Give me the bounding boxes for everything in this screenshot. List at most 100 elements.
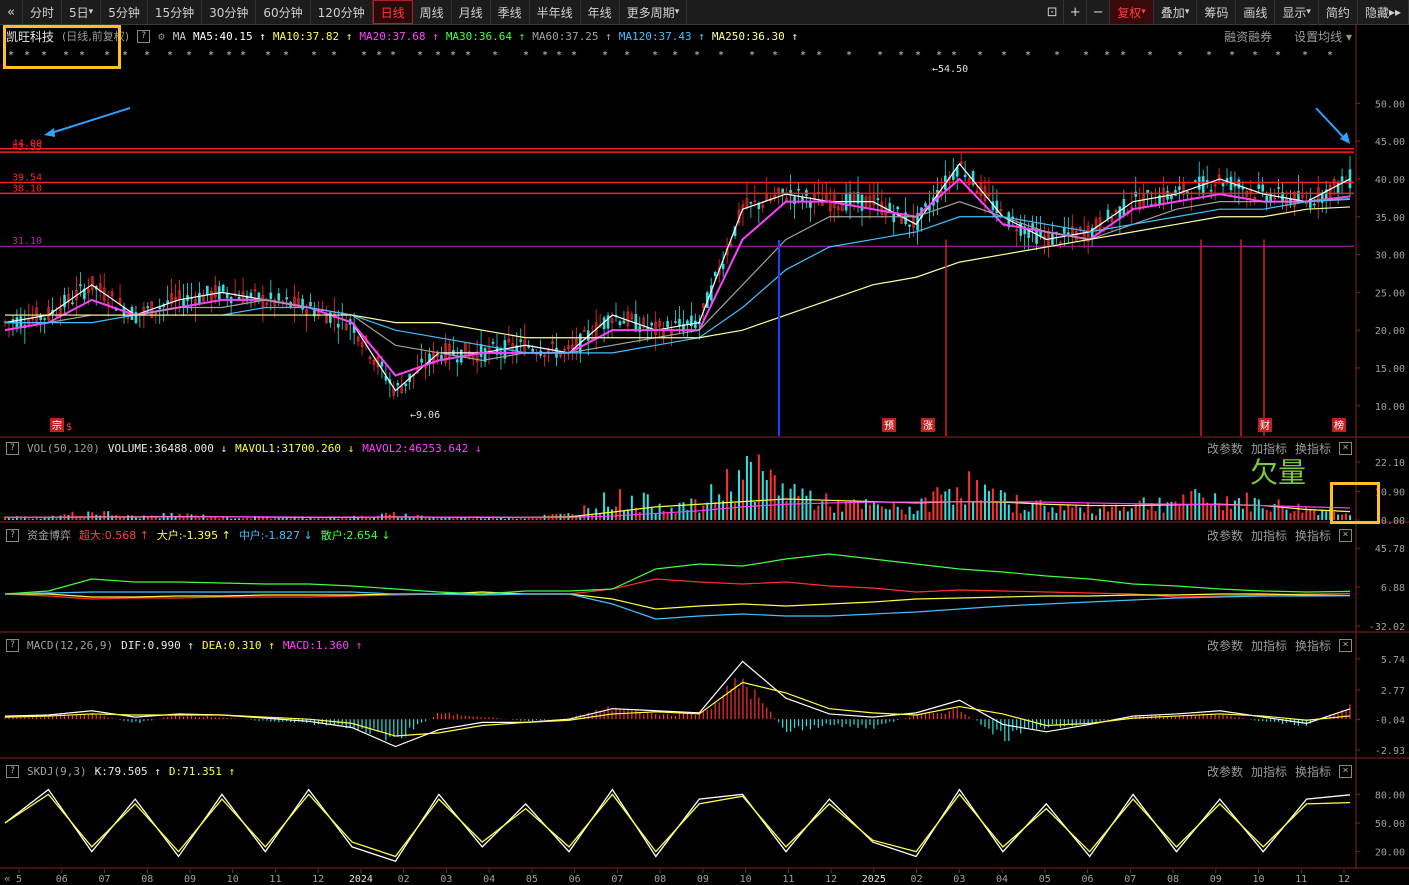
candle-body: [1106, 209, 1110, 220]
candle-body: [713, 271, 717, 277]
candle-body: [793, 196, 796, 205]
volume-bar: [896, 506, 899, 520]
volume-bar: [638, 512, 641, 520]
candle-body: [527, 346, 531, 348]
skdj-close-icon[interactable]: ×: [1339, 764, 1352, 778]
volume-bar: [1059, 505, 1062, 520]
news-star-marker: *: [542, 50, 548, 61]
event-marker-text: 涨: [923, 420, 933, 432]
fund-add-indicator-button[interactable]: 加指标: [1251, 527, 1287, 544]
news-star-marker: *: [465, 50, 471, 61]
ma-line-ma60: [5, 198, 1351, 362]
skdj-param-button[interactable]: 改参数: [1207, 763, 1243, 780]
vol-name: VOL(50,120): [27, 441, 100, 455]
x-axis-label: 09: [184, 874, 196, 885]
event-marker-text: 宗: [52, 419, 62, 432]
volume-bar: [813, 509, 816, 520]
volume-bar: [630, 495, 633, 520]
macd-add-indicator-button[interactable]: 加指标: [1251, 637, 1287, 654]
candle-body: [1170, 194, 1173, 200]
fund-super-value: 超大:0.568: [79, 529, 137, 542]
x-axis-label: 04: [996, 874, 1008, 885]
fund-close-icon[interactable]: ×: [1339, 528, 1352, 542]
news-star-marker: *: [1302, 50, 1308, 61]
volume-bar: [1047, 512, 1050, 520]
volume-bar: [857, 501, 860, 520]
y-tick-label: 6.88: [1381, 583, 1405, 594]
fund-switch-indicator-button[interactable]: 换指标: [1295, 527, 1331, 544]
skdj-k: K:79.505 ↑: [95, 765, 161, 778]
volume-bar: [972, 501, 975, 520]
skdj-add-indicator-button[interactable]: 加指标: [1251, 763, 1287, 780]
fund-help-icon[interactable]: ?: [6, 528, 19, 542]
x-axis-scroll-icon: «: [4, 872, 11, 885]
volume-bar: [944, 491, 947, 520]
vol-switch-indicator-button[interactable]: 换指标: [1295, 440, 1331, 457]
vol-param-button[interactable]: 改参数: [1207, 440, 1243, 457]
news-star-marker: *: [898, 50, 904, 61]
vol-help-icon[interactable]: ?: [6, 441, 19, 455]
macd-help-icon[interactable]: ?: [6, 638, 19, 652]
volume-bar: [726, 469, 729, 520]
x-axis-label: 10: [227, 874, 239, 885]
macd-param-button[interactable]: 改参数: [1207, 637, 1243, 654]
volume-bar: [722, 500, 725, 520]
volume-bar: [730, 491, 733, 520]
macd-switch-indicator-button[interactable]: 换指标: [1295, 637, 1331, 654]
volume-bar: [412, 517, 415, 520]
volume-bar: [642, 492, 645, 520]
volume-bar: [1103, 504, 1106, 520]
candle-body: [43, 318, 46, 320]
volume-bar: [1321, 509, 1324, 520]
fund-mid-arrow: ↓: [303, 529, 313, 542]
skdj-help-icon[interactable]: ?: [6, 764, 19, 778]
fund-big: 大户:-1.395 ↑: [157, 527, 231, 543]
candle-body: [876, 198, 880, 201]
volume-bar: [817, 505, 820, 520]
news-star-marker: *: [694, 50, 700, 61]
volume-bar: [444, 517, 447, 520]
fund-line: [5, 591, 1351, 610]
candle-body: [277, 293, 281, 301]
volume-bar: [674, 513, 677, 520]
fund-param-button[interactable]: 改参数: [1207, 527, 1243, 544]
candle-body: [618, 321, 622, 326]
macd-macd-value: MACD:1.360: [282, 638, 350, 652]
volume-bar: [1317, 515, 1320, 520]
volume-bar: [1245, 492, 1248, 520]
x-axis-label: 05: [526, 874, 538, 885]
skdj-k-arrow: ↑: [154, 764, 161, 778]
x-axis-label: 12: [1338, 874, 1350, 885]
news-star-marker: *: [1275, 50, 1281, 61]
y-tick-label: 15.00: [1375, 364, 1405, 375]
volume-bar: [1285, 509, 1288, 520]
volume-bar: [1325, 511, 1328, 520]
news-star-marker: *: [624, 50, 630, 61]
news-star-marker: *: [1147, 50, 1153, 61]
vol-add-indicator-button[interactable]: 加指标: [1251, 440, 1287, 457]
volume-bar: [1293, 511, 1296, 520]
vol-close-icon[interactable]: ×: [1339, 441, 1352, 455]
x-axis-label: 05: [1039, 874, 1051, 885]
volume-bar: [932, 491, 935, 520]
event-marker-text: 财: [1260, 419, 1270, 432]
x-axis-label: 07: [1124, 874, 1136, 885]
volume-bar: [392, 512, 395, 520]
y-tick-label: 30.00: [1375, 251, 1405, 262]
volume-bar: [103, 511, 106, 520]
macd-close-icon[interactable]: ×: [1339, 638, 1352, 652]
candle-body: [674, 321, 677, 323]
volume-bar: [876, 504, 879, 520]
x-axis-label: 09: [1210, 874, 1222, 885]
skdj-switch-indicator-button[interactable]: 换指标: [1295, 763, 1331, 780]
vol-mavol1: MAVOL1:31700.260 ↓: [235, 442, 354, 455]
volume-bar: [1289, 513, 1292, 520]
candle-body: [71, 302, 74, 305]
volume-bar: [753, 502, 756, 520]
volume-bar: [456, 518, 459, 520]
volume-bar: [785, 500, 788, 520]
volume-bar: [968, 471, 971, 520]
candle-body: [844, 194, 848, 211]
volume-bar: [1079, 507, 1082, 520]
vol-mavol1-arrow: ↓: [347, 441, 355, 455]
